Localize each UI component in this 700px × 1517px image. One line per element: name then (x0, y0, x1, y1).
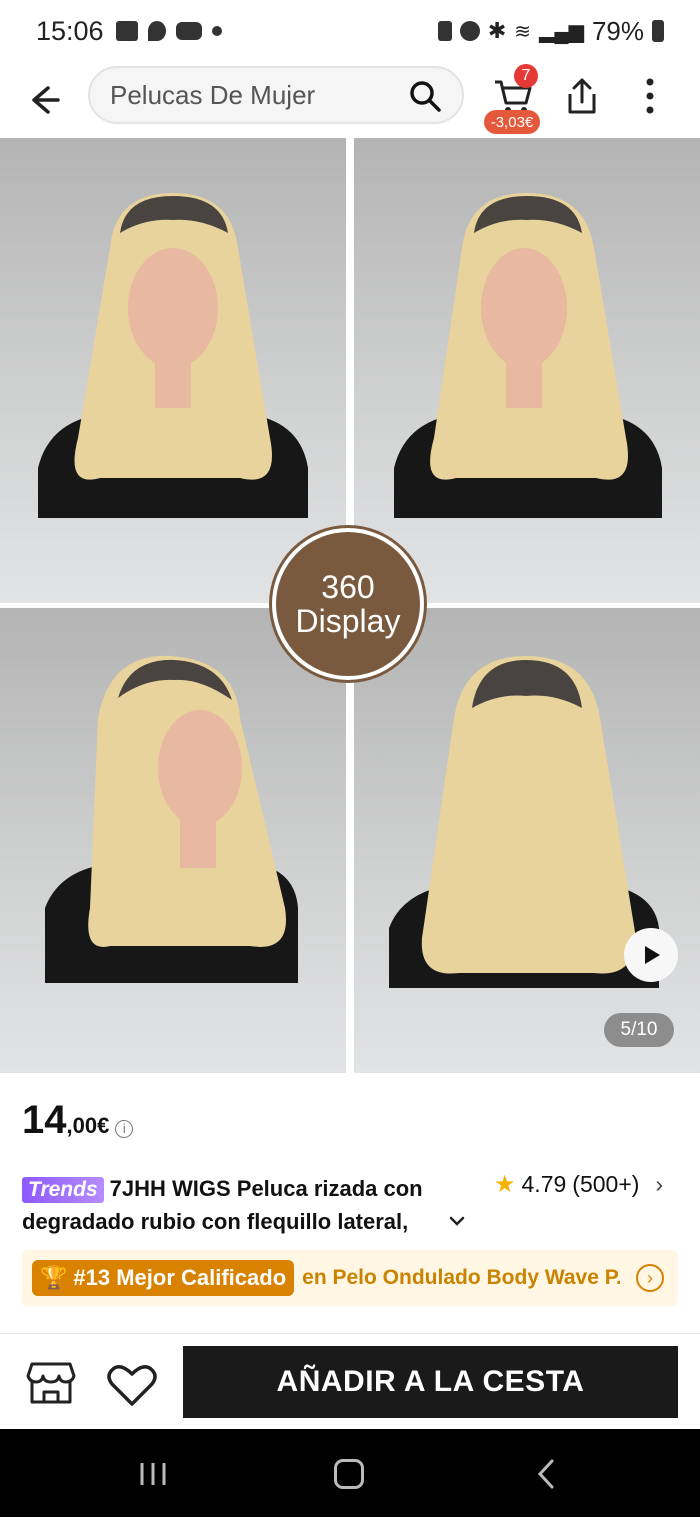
wig-angle-picture (394, 193, 662, 518)
dot-icon (211, 26, 222, 36)
360-display-badge[interactable]: 360 Display (272, 528, 424, 680)
product-title[interactable]: Trends 7JHH WIGS Peluca rizada con degrad… (22, 1172, 472, 1238)
search-input[interactable]: Pelucas De Mujer (88, 66, 464, 124)
display-badge-label: Display (295, 603, 401, 639)
search-text: Pelucas De Mujer (110, 79, 316, 110)
battery-icon (652, 20, 664, 42)
wifi-icon: ≋ (514, 20, 532, 43)
top-bar: Pelucas De Mujer 7 -3,03€ (0, 62, 700, 138)
price-decimal: ,00€ (66, 1113, 110, 1138)
chevron-right-icon: › (655, 1171, 664, 1197)
rating-value: 4.79 (521, 1171, 567, 1197)
image-counter: 5/10 (604, 1013, 674, 1047)
price-info-icon[interactable]: i (115, 1120, 134, 1138)
trends-badge: Trends (22, 1177, 104, 1203)
status-time: 15:06 (36, 15, 104, 46)
status-bar: 15:06 ✱ ≋ ▂▄▆ 79% (0, 0, 700, 62)
wig-side-picture (45, 655, 298, 983)
price: 14 ,00€ i (22, 1098, 134, 1143)
store-icon[interactable] (26, 1360, 76, 1406)
rating[interactable]: ★ 4.79 (500+) › (494, 1170, 663, 1199)
search-icon[interactable] (408, 79, 442, 113)
chevron-down-icon[interactable] (448, 1212, 466, 1230)
play-video-button[interactable] (624, 928, 678, 982)
play-icon (645, 946, 660, 964)
location-icon (147, 21, 166, 41)
nav-back-icon[interactable] (536, 1459, 556, 1489)
share-icon[interactable] (564, 76, 600, 116)
display-badge-number: 360 (321, 569, 375, 605)
product-image-side (0, 608, 346, 1073)
product-gallery[interactable]: 360 Display 5/10 (0, 138, 700, 1073)
product-image-angle (354, 138, 700, 603)
signal-icon: ▂▄▆ (539, 20, 584, 43)
wishlist-heart-icon[interactable] (106, 1362, 158, 1408)
ranking-tag-text: #13 Mejor Calificado (73, 1265, 287, 1290)
calendar-icon (115, 21, 138, 41)
wig-front-picture (38, 193, 308, 518)
notification-icons (115, 21, 222, 41)
battery-percent: 79% (591, 15, 644, 46)
bluetooth-icon: ✱ (487, 18, 507, 43)
system-icons: ✱ ≋ ▂▄▆ 79% (437, 15, 664, 47)
more-options-icon[interactable] (640, 76, 660, 116)
chevron-right-circle-icon[interactable]: › (636, 1264, 664, 1292)
price-integer: 14 (22, 1098, 67, 1142)
star-icon: ★ (494, 1171, 516, 1198)
ranking-banner[interactable]: 🏆 #13 Mejor Calificado en Pelo Ondulado … (22, 1250, 678, 1306)
back-arrow-icon[interactable] (24, 80, 64, 120)
trophy-icon: 🏆 (40, 1265, 68, 1290)
system-navigation-bar (0, 1429, 700, 1517)
cart-discount-badge: -3,03€ (484, 110, 540, 134)
alarm-icon (459, 21, 480, 41)
rating-count: (500+) (572, 1171, 640, 1197)
add-to-cart-button[interactable]: AÑADIR A LA CESTA (183, 1346, 678, 1418)
wig-back-picture (389, 656, 659, 988)
ranking-category: en Pelo Ondulado Body Wave P... (302, 1266, 621, 1289)
home-icon[interactable] (334, 1459, 364, 1489)
battery-saver-icon (437, 21, 452, 41)
product-image-front (0, 138, 346, 603)
cart-count-badge: 7 (514, 64, 538, 88)
product-image-back (354, 608, 700, 1073)
youtube-icon (175, 22, 202, 40)
recent-apps-icon[interactable] (138, 1461, 168, 1487)
bottom-action-bar: AÑADIR A LA CESTA (0, 1333, 700, 1429)
ranking-tag: 🏆 #13 Mejor Calificado (32, 1260, 295, 1296)
